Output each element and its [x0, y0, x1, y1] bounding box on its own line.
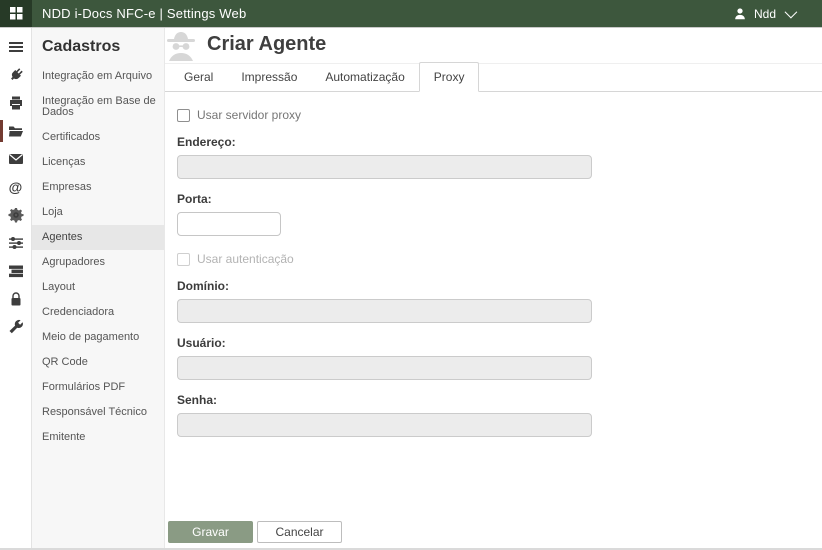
wrench-icon [8, 319, 24, 335]
sidebar-item-loja[interactable]: Loja [32, 200, 164, 225]
sidebar-item-responsavel-tecnico[interactable]: Responsável Técnico [32, 400, 164, 425]
rail-tools-button[interactable] [0, 313, 31, 341]
use-proxy-checkbox[interactable] [177, 109, 190, 122]
main-content: Criar Agente Geral Impressão Automatizaç… [165, 28, 822, 549]
user-menu[interactable]: Ndd [733, 7, 794, 21]
user-name: Ndd [754, 7, 776, 21]
page-header: Criar Agente [165, 28, 822, 61]
cadastros-sidebar: Cadastros Integração em Arquivo Integraç… [32, 28, 165, 549]
rail-security-button[interactable] [0, 285, 31, 313]
stack-icon [8, 263, 24, 279]
menu-icon [8, 39, 24, 55]
tab-impressao[interactable]: Impressão [227, 63, 311, 91]
rail-mail-button[interactable] [0, 145, 31, 173]
gear-icon [8, 207, 24, 223]
page-title: Criar Agente [207, 33, 326, 56]
proxy-form: Usar servidor proxy Endereço: Porta: Usa… [165, 92, 822, 521]
save-button[interactable]: Gravar [168, 521, 253, 543]
grid-launcher-icon [10, 7, 23, 20]
tab-geral[interactable]: Geral [170, 63, 227, 91]
chevron-down-icon [785, 6, 798, 19]
senha-input[interactable] [177, 413, 592, 437]
rail-preferences-button[interactable] [0, 229, 31, 257]
sidebar-item-certificados[interactable]: Certificados [32, 125, 164, 150]
usuario-label: Usuário: [177, 336, 822, 350]
sidebar-item-integracao-em-base-de-dados[interactable]: Integração em Base de Dados [32, 89, 164, 125]
at-sign-icon: @ [9, 180, 23, 194]
sliders-icon [8, 235, 24, 251]
icon-rail: @ [0, 28, 32, 549]
senha-label: Senha: [177, 393, 822, 407]
folder-open-icon [8, 123, 24, 139]
top-bar: NDD i-Docs NFC-e | Settings Web Ndd [0, 0, 822, 28]
porta-input[interactable] [177, 212, 281, 236]
sidebar-item-licencas[interactable]: Licenças [32, 150, 164, 175]
porta-label: Porta: [177, 192, 822, 206]
sidebar-item-empresas[interactable]: Empresas [32, 175, 164, 200]
mail-icon [8, 151, 24, 167]
sidebar-item-emitente[interactable]: Emitente [32, 425, 164, 450]
rail-menu-button[interactable] [0, 33, 31, 61]
dominio-label: Domínio: [177, 279, 822, 293]
endereco-label: Endereço: [177, 135, 822, 149]
app-shell: @ [0, 28, 822, 549]
use-proxy-row: Usar servidor proxy [177, 108, 822, 122]
tab-bar: Geral Impressão Automatização Proxy [165, 63, 822, 92]
app-launcher-button[interactable] [0, 0, 32, 27]
form-actions: Gravar Cancelar [165, 521, 822, 549]
tab-proxy[interactable]: Proxy [419, 62, 480, 92]
sidebar-item-layout[interactable]: Layout [32, 275, 164, 300]
sidebar-title: Cadastros [32, 28, 164, 64]
app-title: NDD i-Docs NFC-e | Settings Web [42, 6, 246, 21]
lock-icon [8, 291, 24, 307]
sidebar-item-meio-de-pagamento[interactable]: Meio de pagamento [32, 325, 164, 350]
sidebar-item-formularios-pdf[interactable]: Formulários PDF [32, 375, 164, 400]
rail-integrations-button[interactable] [0, 61, 31, 89]
rail-at-button[interactable]: @ [0, 173, 31, 201]
rail-layouts-button[interactable] [0, 257, 31, 285]
use-proxy-label: Usar servidor proxy [197, 108, 301, 122]
cancel-button[interactable]: Cancelar [257, 521, 342, 543]
sidebar-item-agrupadores[interactable]: Agrupadores [32, 250, 164, 275]
agent-spy-icon [165, 29, 197, 61]
sidebar-item-qr-code[interactable]: QR Code [32, 350, 164, 375]
use-auth-row: Usar autenticação [177, 252, 822, 266]
sidebar-item-agentes[interactable]: Agentes [32, 225, 164, 250]
rail-printing-button[interactable] [0, 89, 31, 117]
usuario-input[interactable] [177, 356, 592, 380]
tab-automatizacao[interactable]: Automatização [311, 63, 418, 91]
use-auth-label: Usar autenticação [197, 252, 294, 266]
endereco-input[interactable] [177, 155, 592, 179]
plug-icon [8, 67, 24, 83]
sidebar-item-integracao-em-arquivo[interactable]: Integração em Arquivo [32, 64, 164, 89]
person-icon [733, 7, 747, 21]
sidebar-item-credenciadora[interactable]: Credenciadora [32, 300, 164, 325]
rail-cadastros-button[interactable] [0, 117, 31, 145]
sidebar-list: Integração em Arquivo Integração em Base… [32, 64, 164, 450]
rail-settings-button[interactable] [0, 201, 31, 229]
use-auth-checkbox[interactable] [177, 253, 190, 266]
dominio-input[interactable] [177, 299, 592, 323]
printer-icon [8, 95, 24, 111]
